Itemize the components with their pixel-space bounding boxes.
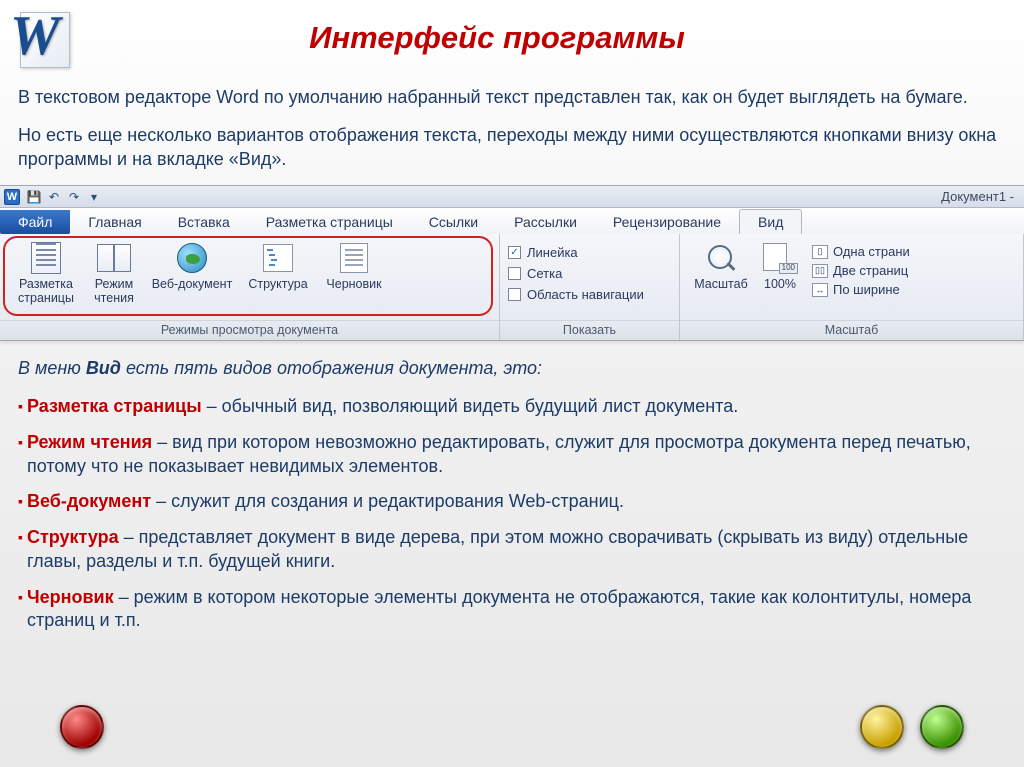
checkbox-grid[interactable]: Сетка: [508, 266, 562, 281]
tab-review[interactable]: Рецензирование: [595, 210, 739, 234]
checkbox-nav-pane[interactable]: Область навигации: [508, 287, 644, 302]
word-mini-icon: W: [4, 189, 20, 205]
check-icon: ✓: [508, 246, 521, 259]
grid-label: Сетка: [527, 266, 562, 281]
reading-icon: [97, 244, 131, 272]
zoom-group-label: Масштаб: [680, 320, 1023, 340]
two-pages-button[interactable]: ▯▯ Две страниц: [812, 263, 910, 278]
nav-prev-button[interactable]: [60, 705, 104, 749]
tab-view[interactable]: Вид: [739, 209, 802, 234]
view-web-button[interactable]: Веб-документ: [144, 238, 240, 294]
page-layout-icon: [31, 242, 61, 274]
modes-list: ▪Разметка страницы – обычный вид, позвол…: [18, 395, 1006, 633]
modes-intro-line: В меню Вид есть пять видов отображения д…: [18, 357, 1006, 381]
nav-pane-label: Область навигации: [527, 287, 644, 302]
checkbox-ruler[interactable]: ✓ Линейка: [508, 245, 578, 260]
list-item: ▪Режим чтения – вид при котором невозмож…: [18, 431, 1006, 479]
zoom-100-label: 100%: [764, 278, 796, 292]
page-width-button[interactable]: ↔ По ширине: [812, 282, 910, 297]
zoom-label: Масштаб: [694, 278, 747, 292]
view-page-layout-button[interactable]: Разметка страницы: [8, 238, 84, 308]
one-page-label: Одна страни: [833, 244, 910, 259]
intro-paragraph-1: В текстовом редакторе Word по умолчанию …: [18, 86, 1006, 110]
intro-paragraph-2: Но есть еще несколько вариантов отображе…: [18, 124, 1006, 172]
tab-home[interactable]: Главная: [70, 210, 159, 234]
two-pages-icon: ▯▯: [812, 264, 828, 278]
slide-title: Интерфейс программы: [106, 20, 1008, 56]
view-outline-button[interactable]: Структура: [240, 238, 316, 294]
view-reading-label: Режим чтения: [86, 278, 142, 306]
undo-icon[interactable]: ↶: [45, 188, 63, 206]
view-page-layout-label: Разметка страницы: [10, 278, 82, 306]
list-item: ▪Структура – представляет документ в вид…: [18, 526, 1006, 574]
tab-page-layout[interactable]: Разметка страницы: [248, 210, 411, 234]
zoom-100-button[interactable]: 100%: [754, 238, 806, 294]
redo-icon[interactable]: ↷: [65, 188, 83, 206]
save-icon[interactable]: 💾: [25, 188, 43, 206]
view-web-label: Веб-документ: [152, 278, 233, 292]
unchecked-icon: [508, 288, 521, 301]
word-ribbon: W 💾 ↶ ↷ ▾ Документ1 - Файл Главная Встав…: [0, 185, 1024, 341]
ruler-label: Линейка: [527, 245, 578, 260]
two-pages-label: Две страниц: [833, 263, 908, 278]
one-page-icon: ▯: [812, 245, 828, 259]
show-group-label: Показать: [500, 320, 679, 340]
qat-dropdown-icon[interactable]: ▾: [85, 188, 103, 206]
view-draft-label: Черновик: [326, 278, 381, 292]
document-title: Документ1 -: [104, 189, 1024, 204]
outline-icon: [263, 244, 293, 272]
list-item: ▪Разметка страницы – обычный вид, позвол…: [18, 395, 1006, 419]
tab-file[interactable]: Файл: [0, 210, 70, 234]
tab-references[interactable]: Ссылки: [411, 210, 496, 234]
unchecked-icon: [508, 267, 521, 280]
page-width-icon: ↔: [812, 283, 828, 297]
web-icon: [177, 243, 207, 273]
nav-home-button[interactable]: [860, 705, 904, 749]
view-reading-button[interactable]: Режим чтения: [84, 238, 144, 308]
tab-mailings[interactable]: Рассылки: [496, 210, 595, 234]
page-width-label: По ширине: [833, 282, 900, 297]
tab-insert[interactable]: Вставка: [160, 210, 248, 234]
zoom-icon: [706, 243, 736, 273]
one-page-button[interactable]: ▯ Одна страни: [812, 244, 910, 259]
hundred-icon: [763, 243, 797, 273]
zoom-button[interactable]: Масштаб: [688, 238, 754, 294]
nav-next-button[interactable]: [920, 705, 964, 749]
view-outline-label: Структура: [248, 278, 307, 292]
word-logo-icon: W: [6, 6, 76, 70]
view-draft-button[interactable]: Черновик: [316, 238, 392, 294]
draft-icon: [340, 243, 368, 273]
view-modes-group-label: Режимы просмотра документа: [0, 320, 499, 340]
list-item: ▪Веб-документ – служит для создания и ре…: [18, 490, 1006, 514]
list-item: ▪Черновик – режим в котором некоторые эл…: [18, 586, 1006, 634]
